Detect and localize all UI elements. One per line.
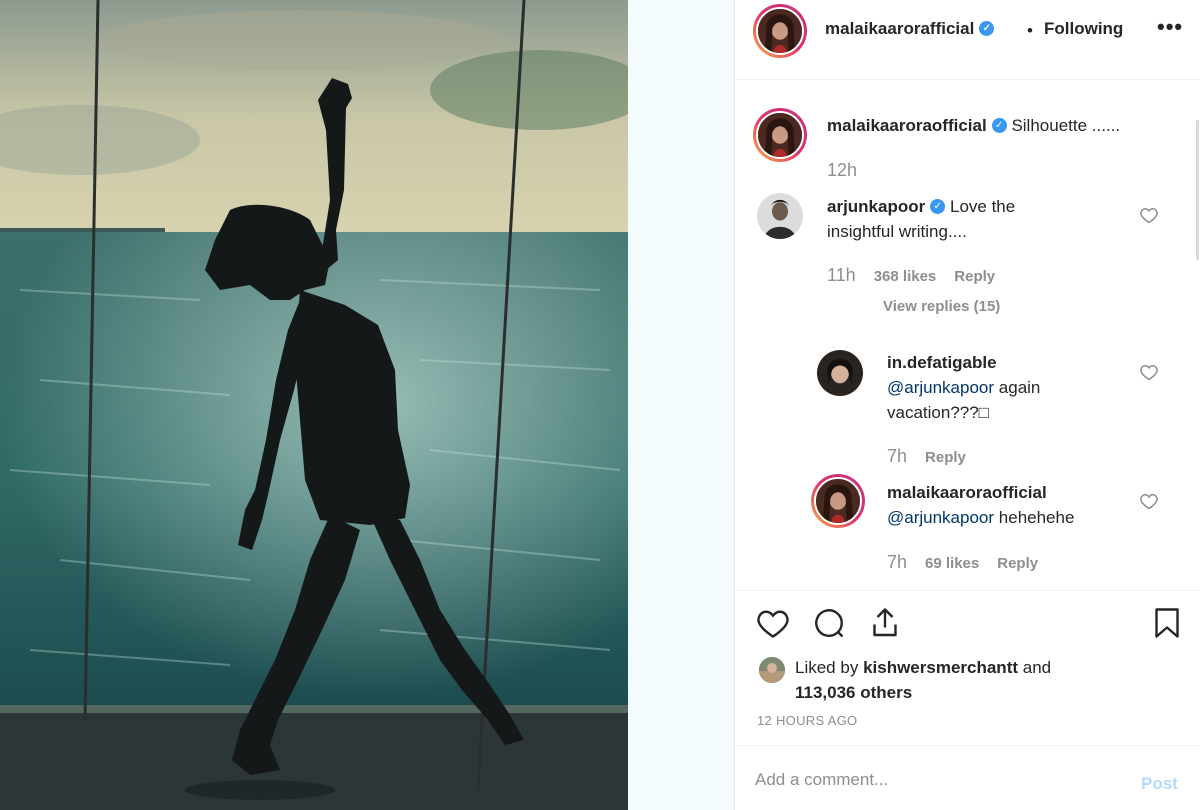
post-photo[interactable]: [0, 0, 628, 810]
reply-username[interactable]: malaikaaroraofficial: [887, 483, 1047, 502]
liker-username[interactable]: kishwersmerchantt: [863, 658, 1018, 677]
bookmark-icon[interactable]: [1149, 605, 1185, 641]
reply-time[interactable]: 7h: [887, 446, 907, 466]
reply-avatar[interactable]: [817, 350, 863, 396]
reply-mention[interactable]: @arjunkapoor: [887, 508, 994, 527]
caption-avatar[interactable]: [753, 108, 807, 162]
page-background: [628, 0, 734, 810]
view-replies-button[interactable]: View replies (15): [883, 298, 1000, 315]
following-button[interactable]: Following: [1044, 19, 1123, 39]
liked-prefix: Liked by: [795, 658, 859, 677]
author-avatar-image: [758, 9, 802, 53]
comment-like-heart-icon[interactable]: [1139, 491, 1159, 511]
verified-badge-icon: ✓: [930, 199, 946, 215]
reply-likes[interactable]: 69 likes: [925, 555, 979, 572]
comments-scrollbar[interactable]: [1196, 120, 1199, 260]
likes-count-link[interactable]: 113,036 others: [795, 683, 912, 702]
reply: malaikaaroraofficial @arjunkapoor hehehe…: [887, 480, 1137, 530]
author-avatar[interactable]: [753, 4, 807, 58]
comment-like-heart-icon[interactable]: [1139, 205, 1159, 225]
verified-badge-icon: ✓: [979, 21, 995, 37]
comment-meta: 11h 368 likes Reply: [827, 265, 1013, 286]
comment-likes[interactable]: 368 likes: [874, 268, 937, 285]
author-username-text[interactable]: malaikaarorafficial: [825, 19, 974, 38]
more-options-icon[interactable]: •••: [1157, 14, 1183, 40]
reply-time[interactable]: 7h: [887, 552, 907, 572]
liked-and: and: [1022, 658, 1052, 677]
post-comment-button[interactable]: Post: [1141, 774, 1178, 794]
verified-badge-icon: ✓: [991, 118, 1007, 134]
post-actions: Liked by kishwersmerchantt and 113,036 o…: [735, 590, 1200, 745]
reply-meta: 7h Reply: [887, 446, 984, 467]
caption: malaikaaroraofficial ✓ Silhouette ......: [827, 113, 1187, 138]
reply-avatar-image: [816, 479, 860, 523]
caption-avatar-image: [758, 113, 802, 157]
caption-text: Silhouette ......: [1011, 116, 1121, 135]
comments-section[interactable]: malaikaaroraofficial ✓ Silhouette ...... …: [735, 80, 1200, 590]
post-details-panel: malaikaarorafficial ✓ • Following ••• mal…: [734, 0, 1200, 810]
reply-avatar-image: [817, 350, 863, 396]
reply-username[interactable]: in.defatigable: [887, 353, 997, 372]
share-icon[interactable]: [867, 605, 903, 641]
comment-icon[interactable]: [811, 605, 847, 641]
heart-icon[interactable]: [755, 605, 791, 641]
reply-text: hehehehe: [998, 508, 1075, 527]
caption-username[interactable]: malaikaaroraofficial: [827, 116, 987, 135]
reply-reply-button[interactable]: Reply: [925, 449, 966, 466]
reply-mention[interactable]: @arjunkapoor: [887, 378, 994, 397]
author-username[interactable]: malaikaarorafficial ✓: [825, 19, 995, 39]
comment-reply-button[interactable]: Reply: [954, 268, 995, 285]
caption-meta: 12h: [827, 160, 875, 181]
comment-avatar-image: [757, 193, 803, 239]
silhouette-photo-image: [0, 0, 628, 810]
liker-avatar-image: [759, 657, 785, 683]
add-comment-input[interactable]: [755, 770, 1115, 790]
reply-reply-button[interactable]: Reply: [997, 555, 1038, 572]
post-header: malaikaarorafficial ✓ • Following •••: [735, 0, 1200, 80]
follow-separator: •: [1027, 21, 1033, 40]
likes-summary: Liked by kishwersmerchantt and 113,036 o…: [795, 655, 1051, 705]
caption-time[interactable]: 12h: [827, 160, 857, 180]
add-comment-bar: Post: [735, 745, 1200, 810]
comment-time[interactable]: 11h: [827, 265, 856, 285]
comment-avatar[interactable]: [757, 193, 803, 239]
post-timestamp[interactable]: 12 HOURS AGO: [757, 713, 857, 728]
liker-avatar[interactable]: [759, 657, 785, 683]
reply: in.defatigable @arjunkapoor again vacati…: [887, 350, 1087, 425]
comment: arjunkapoor ✓ Love the insightful writing…: [827, 194, 1087, 244]
reply-meta: 7h 69 likes Reply: [887, 552, 1056, 573]
comment-username[interactable]: arjunkapoor: [827, 197, 925, 216]
comment-like-heart-icon[interactable]: [1139, 362, 1159, 382]
reply-avatar[interactable]: [811, 474, 865, 528]
